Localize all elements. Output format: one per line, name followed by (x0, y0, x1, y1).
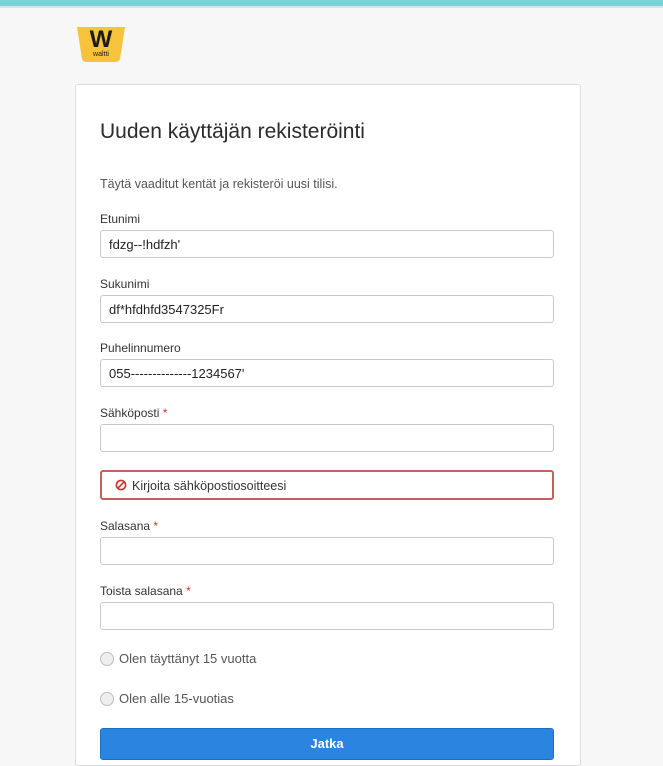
email-label: Sähköposti * (100, 405, 400, 421)
logo-letter: W (89, 26, 113, 53)
age-under-15-option[interactable]: Olen alle 15-vuotias (100, 691, 500, 709)
age-under-15-label: Olen alle 15-vuotias (119, 691, 234, 706)
email-error-message: Kirjoita sähköpostiosoitteesi (100, 470, 554, 500)
first-name-input[interactable] (100, 230, 554, 258)
page-subtitle: Täytä vaaditut kentät ja rekisteröi uusi… (100, 177, 338, 191)
password-repeat-input[interactable] (100, 602, 554, 630)
email-error-text: Kirjoita sähköpostiosoitteesi (132, 479, 287, 493)
page-title: Uuden käyttäjän rekisteröinti (100, 120, 365, 143)
logo-text: waltti (93, 51, 109, 58)
phone-label: Puhelinnumero (100, 341, 181, 355)
error-circle-slash-icon (115, 479, 127, 491)
age-over-15-label: Olen täyttänyt 15 vuotta (119, 651, 257, 666)
password-label: Salasana * (100, 518, 400, 534)
waltti-logo[interactable]: W waltti (75, 25, 127, 63)
first-name-label: Etunimi (100, 212, 141, 226)
required-mark: * (186, 584, 191, 598)
password-repeat-label: Toista salasana * (100, 583, 400, 599)
age-under-15-radio[interactable] (100, 692, 114, 706)
password-repeat-label-text: Toista salasana (100, 584, 183, 598)
required-mark: * (153, 519, 159, 533)
required-mark: * (162, 406, 168, 420)
top-accent-shadow (0, 6, 663, 8)
phone-input[interactable] (100, 359, 554, 387)
age-over-15-option[interactable]: Olen täyttänyt 15 vuotta (100, 651, 500, 669)
continue-button[interactable]: Jatka (100, 728, 554, 760)
email-label-text: Sähköposti (100, 406, 160, 420)
password-label-text: Salasana (100, 519, 151, 533)
email-input[interactable] (100, 424, 554, 452)
password-input[interactable] (100, 537, 554, 565)
last-name-input[interactable] (100, 295, 554, 323)
age-over-15-radio[interactable] (100, 652, 114, 666)
last-name-label: Sukunimi (100, 277, 150, 291)
